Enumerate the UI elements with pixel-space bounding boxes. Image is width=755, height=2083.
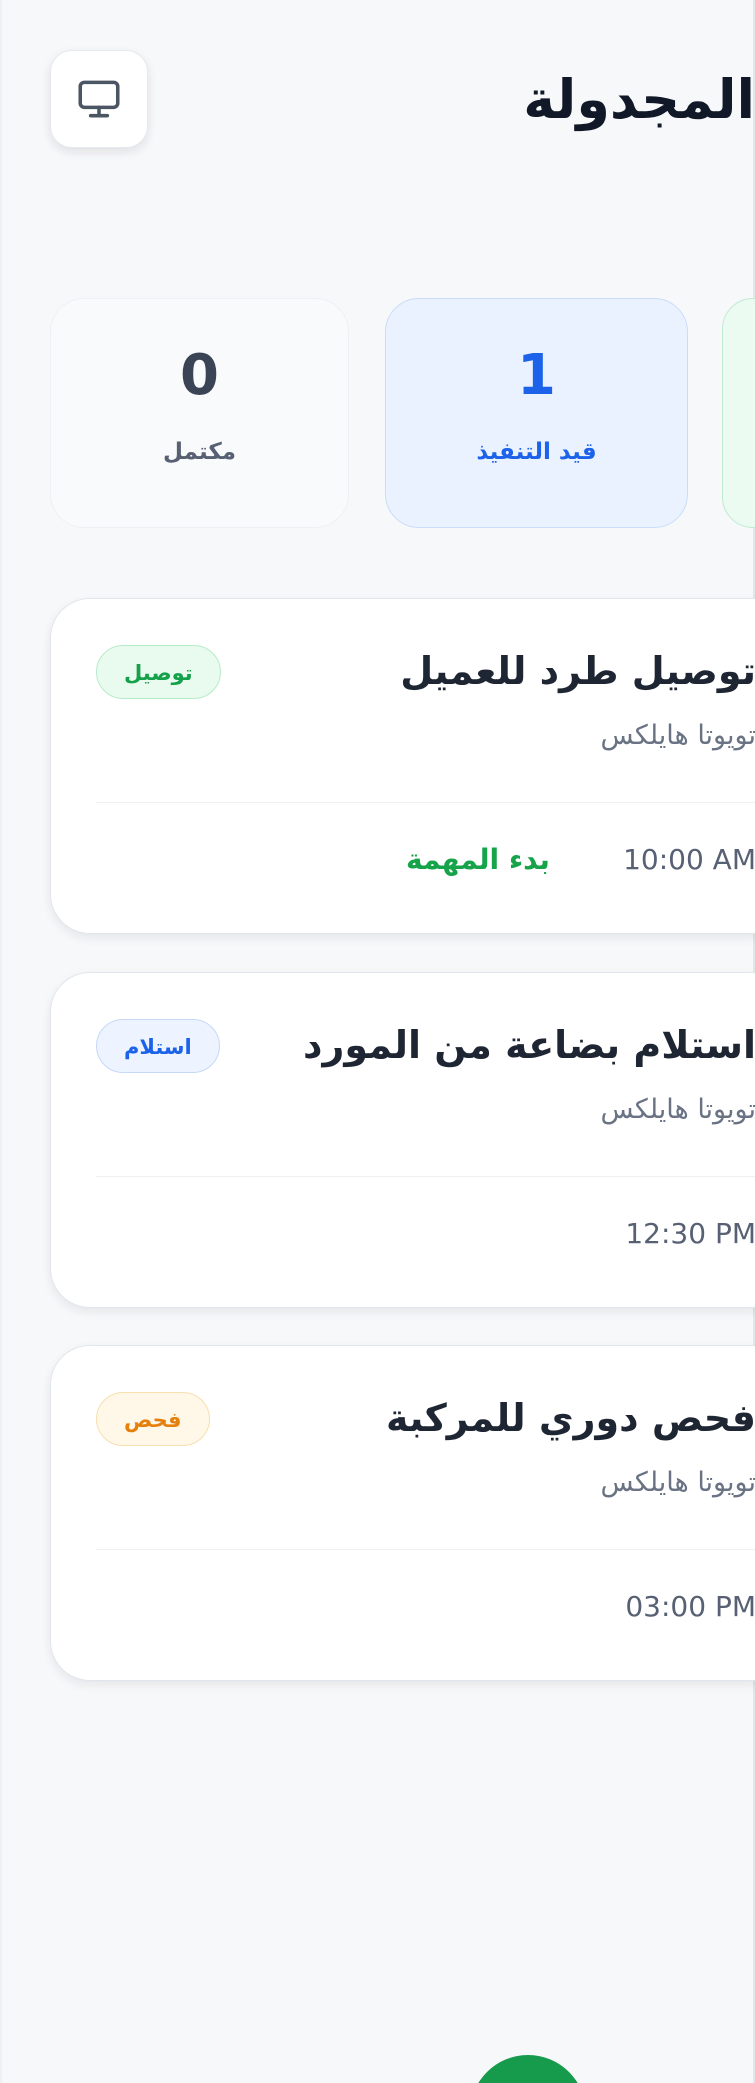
task-card[interactable]: توصيل طرد للعميل تويوتا هايلكس 10:00 AM … xyxy=(50,598,755,934)
task-vehicle: تويوتا هايلكس xyxy=(600,1467,755,1498)
completed-label: مكتمل xyxy=(163,439,236,465)
task-title: توصيل طرد للعميل xyxy=(400,649,755,693)
monitor-button[interactable] xyxy=(50,50,148,148)
app-screen: المجدولة 0 مكتمل 1 قيد التنفيذ توصيل طرد… xyxy=(0,0,755,2083)
task-type-badge: توصيل xyxy=(96,645,221,699)
task-vehicle: تويوتا هايلكس xyxy=(600,720,755,751)
left-edge-divider xyxy=(0,0,2,2083)
task-type-badge: استلام xyxy=(96,1019,220,1073)
in-progress-label: قيد التنفيذ xyxy=(476,439,597,465)
stat-card-in-progress[interactable]: 1 قيد التنفيذ xyxy=(385,298,688,528)
in-progress-count: 1 xyxy=(517,343,556,408)
task-divider xyxy=(96,1549,755,1550)
stat-card-partial[interactable] xyxy=(722,298,755,528)
task-divider xyxy=(96,1176,755,1177)
task-time: 10:00 AM xyxy=(623,843,755,876)
task-card[interactable]: استلام بضاعة من المورد تويوتا هايلكس 12:… xyxy=(50,972,755,1308)
task-card[interactable]: فحص دوري للمركبة تويوتا هايلكس 03:00 PM … xyxy=(50,1345,755,1681)
stat-card-completed[interactable]: 0 مكتمل xyxy=(50,298,349,528)
completed-count: 0 xyxy=(180,343,219,408)
floating-action-button[interactable] xyxy=(470,2055,586,2083)
start-task-button[interactable]: بدء المهمة xyxy=(406,839,550,881)
task-type-badge: فحص xyxy=(96,1392,210,1446)
task-time: 12:30 PM xyxy=(625,1217,755,1250)
monitor-icon xyxy=(78,80,120,118)
task-divider xyxy=(96,802,755,803)
task-vehicle: تويوتا هايلكس xyxy=(600,1094,755,1125)
page-title: المجدولة xyxy=(523,68,755,131)
task-title: استلام بضاعة من المورد xyxy=(303,1023,755,1067)
task-time: 03:00 PM xyxy=(625,1590,755,1623)
task-title: فحص دوري للمركبة xyxy=(386,1396,755,1440)
